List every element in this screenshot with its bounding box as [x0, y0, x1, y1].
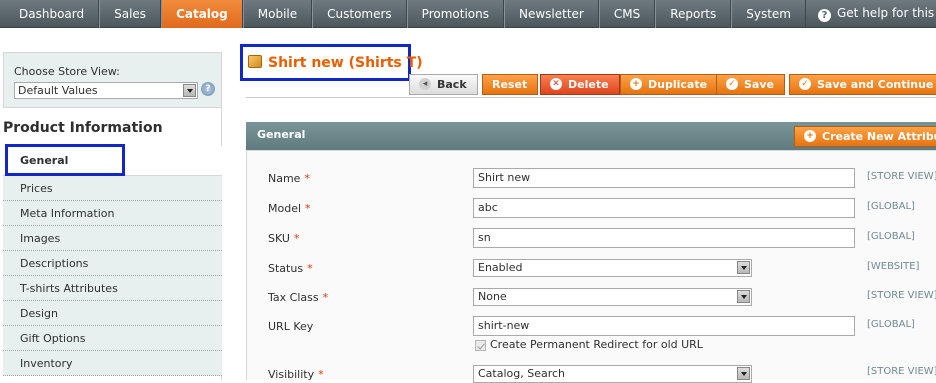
nav-newsletter[interactable]: Newsletter — [503, 0, 599, 28]
plus-icon: + — [630, 78, 642, 90]
tab-descriptions[interactable]: Descriptions — [3, 251, 222, 276]
model-input[interactable]: abc — [473, 198, 855, 218]
top-navigation: Dashboard Sales Catalog Mobile Customers… — [0, 0, 936, 28]
name-input[interactable]: Shirt new — [473, 168, 855, 188]
visibility-select[interactable]: Catalog, Search — [473, 365, 752, 383]
visibility-label: Visibility * — [268, 368, 324, 381]
nav-mobile[interactable]: Mobile — [242, 0, 313, 28]
model-scope: [GLOBAL] — [867, 201, 915, 212]
section-header: General +Create New Attribute — [246, 122, 936, 151]
tab-gift-options[interactable]: Gift Options — [3, 326, 222, 351]
tax-class-scope: [STORE VIEW] — [867, 290, 936, 301]
sku-label: SKU * — [268, 232, 300, 245]
reset-button[interactable]: Reset — [482, 74, 539, 95]
nav-dashboard[interactable]: Dashboard — [0, 0, 100, 28]
tab-images[interactable]: Images — [3, 226, 222, 251]
duplicate-button[interactable]: + Duplicate — [620, 74, 719, 95]
help-link[interactable]: ? Get help for this pa — [818, 0, 936, 28]
store-view-value: Default Values — [18, 84, 98, 97]
help-icon: ? — [818, 9, 831, 22]
arrow-left-icon: ◂ — [419, 78, 431, 90]
question-mark-icon[interactable]: ? — [201, 82, 215, 96]
nav-sales[interactable]: Sales — [99, 0, 162, 28]
checkmark-icon: ✓ — [726, 78, 738, 90]
highlight-box-general — [5, 144, 125, 176]
sidebar-title: Product Information — [3, 120, 163, 136]
product-tabs: General Prices Meta Information Images D… — [3, 146, 222, 376]
permanent-redirect-label: Create Permanent Redirect for old URL — [490, 338, 703, 351]
tax-class-value: None — [478, 290, 507, 303]
plus-icon: + — [804, 130, 816, 142]
nav-cms[interactable]: CMS — [598, 0, 656, 28]
name-scope: [STORE VIEW] — [867, 171, 936, 182]
tab-meta-information[interactable]: Meta Information — [3, 201, 222, 226]
checkmark-icon: ✓ — [799, 78, 811, 90]
visibility-value: Catalog, Search — [478, 367, 566, 380]
product-box-icon — [248, 55, 262, 68]
tab-design[interactable]: Design — [3, 301, 222, 326]
nav-promotions[interactable]: Promotions — [406, 0, 504, 28]
store-switcher: Choose Store View: Default Values ? — [3, 52, 222, 108]
status-value: Enabled — [478, 261, 523, 274]
tax-class-select[interactable]: None — [473, 288, 752, 306]
status-select[interactable]: Enabled — [473, 259, 752, 277]
nav-customers[interactable]: Customers — [312, 0, 407, 28]
status-label: Status * — [268, 262, 313, 275]
chevron-down-icon — [183, 84, 196, 97]
save-continue-button[interactable]: ✓Save and Continue Ed — [789, 74, 936, 95]
chevron-down-icon — [737, 367, 750, 380]
url-key-scope: [GLOBAL] — [867, 319, 915, 330]
nav-reports[interactable]: Reports — [655, 0, 732, 28]
chevron-down-icon — [737, 290, 750, 303]
create-attribute-button[interactable]: +Create New Attribute — [794, 126, 936, 147]
permanent-redirect-checkbox[interactable] — [475, 340, 486, 351]
save-button[interactable]: ✓ Save — [716, 74, 785, 95]
nav-system[interactable]: System — [731, 0, 806, 28]
header-divider — [246, 97, 936, 98]
tab-inventory[interactable]: Inventory — [3, 351, 222, 376]
model-label: Model * — [268, 202, 311, 215]
name-label: Name * — [268, 172, 310, 185]
section-title: General — [257, 128, 306, 141]
url-key-input[interactable]: shirt-new — [473, 316, 855, 336]
page-title: Shirt new (Shirts T) — [248, 55, 423, 71]
visibility-scope: [STORE VIEW] — [867, 366, 936, 377]
chevron-down-icon — [737, 261, 750, 274]
store-view-select[interactable]: Default Values — [14, 82, 198, 99]
url-key-label: URL Key — [268, 320, 314, 333]
page-title-text: Shirt new (Shirts T) — [268, 55, 423, 71]
tab-prices[interactable]: Prices — [3, 176, 222, 201]
store-switcher-label: Choose Store View: — [14, 65, 120, 78]
status-scope: [WEBSITE] — [867, 261, 920, 272]
sku-input[interactable]: sn — [473, 228, 855, 248]
tab-tshirts-attributes[interactable]: T-shirts Attributes — [3, 276, 222, 301]
help-text: Get help for this pa — [837, 6, 936, 20]
tax-class-label: Tax Class * — [268, 291, 329, 304]
back-button[interactable]: ◂ Back — [409, 74, 478, 95]
sku-scope: [GLOBAL] — [867, 231, 915, 242]
delete-button[interactable]: ✕ Delete — [540, 74, 620, 95]
delete-icon: ✕ — [550, 78, 562, 90]
nav-catalog[interactable]: Catalog — [161, 0, 243, 28]
